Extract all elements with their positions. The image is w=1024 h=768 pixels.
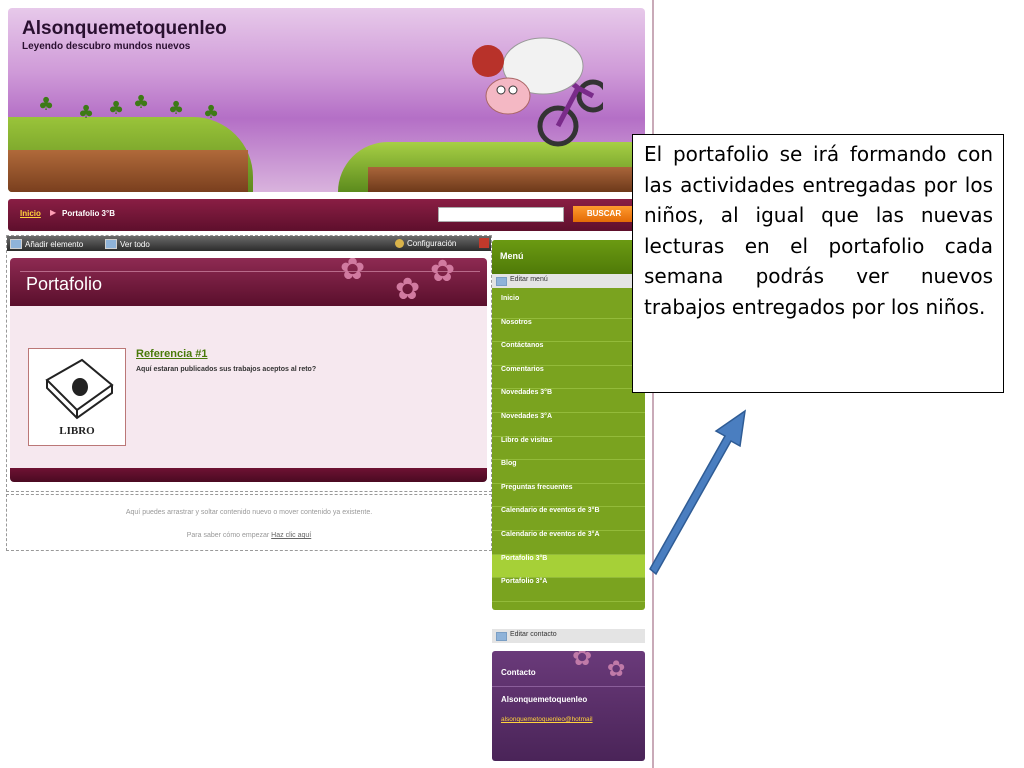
sidebar-menu-item[interactable]: Comentarios [492,366,645,390]
add-element-label: Añadir elemento [25,239,84,249]
flower-decoration-icon: ✿ [572,651,593,671]
clover-icon: ♣ [38,94,55,115]
sidebar-menu-item[interactable]: Nosotros [492,319,645,343]
breadcrumb-arrow-icon: ▶ [50,208,57,217]
close-icon[interactable] [479,238,489,248]
reference-description: Aquí estaran publicados sus trabajos ace… [136,366,317,373]
sheep-on-bike-icon [472,37,603,147]
sidebar-menu-item[interactable]: Calendario de eventos de 3°B [492,507,645,531]
edit-menu-icon [496,277,507,286]
sidebar-menu-item[interactable]: Calendario de eventos de 3°A [492,531,645,555]
book-icon [45,358,114,420]
portfolio-panel: ✿ ✿ ✿ Portafolio LIBRO Referencia #1 Aqu… [10,258,487,482]
sidebar-menu-item[interactable]: Libro de visitas [492,437,645,461]
add-element-button[interactable]: Añadir elemento [10,239,83,249]
annotation-callout: El portafolio se irá formando con las ac… [632,134,1004,393]
rock-left [8,150,248,192]
drop-zone-help: Para saber cómo empezar Haz clic aquí [7,532,491,539]
configuration-label: Configuración [407,239,457,248]
flower-decoration-icon: ✿ [430,258,456,289]
contact-title: Contacto [501,668,536,677]
view-all-button[interactable]: Ver todo [105,239,150,249]
edit-contact-icon [496,632,507,641]
help-text: Para saber cómo empezar [186,532,270,539]
clover-icon: ♣ [203,102,220,123]
clover-icon: ♣ [133,92,150,113]
search-button[interactable]: BUSCAR [573,206,635,222]
flower-decoration-icon: ✿ [395,272,421,307]
contact-name: Alsonquemetoquenleo [501,695,588,704]
edit-contact-label: Editar contacto [510,631,557,638]
site-title[interactable]: Alsonquemetoquenleo [22,18,227,40]
panel-header: ✿ ✿ ✿ Portafolio [10,258,487,307]
edit-toolbar: Añadir elemento Ver todo Configuración [7,236,491,251]
contact-email-link[interactable]: alsonquemetoquenleo@hotmail [501,716,593,723]
site-subtitle: Leyendo descubro mundos nuevos [22,41,191,52]
menu-header: Menú [492,240,645,274]
contact-box: ✿ ✿ Contacto Alsonquemetoquenleo alsonqu… [492,651,645,761]
rock-right [368,167,645,192]
sidebar-menu-item[interactable]: Novedades 3°A [492,413,645,437]
website-screenshot: ♣ ♣ ♣ ♣ ♣ ♣ Alsonquemetoquenleo Leyendo … [0,0,654,768]
sidebar-menu-item[interactable]: Contáctanos [492,342,645,366]
edit-menu-label: Editar menú [510,276,548,283]
contact-divider [492,686,645,687]
drop-zone-hint: Aquí puedes arrastrar y soltar contenido… [125,509,373,516]
reference-link[interactable]: Referencia #1 [136,348,208,360]
clover-icon: ♣ [108,98,125,119]
sidebar-menu: Menú Editar menú Inicio Nosotros Contáctan… [492,240,645,610]
sidebar-menu-item[interactable]: Inicio [492,295,645,319]
sidebar-menu-item[interactable]: Portafolio 3°B [492,554,645,579]
panel-footer [10,468,487,482]
breadcrumb-current: Portafolio 3°B [62,209,115,218]
reference-thumbnail[interactable]: LIBRO [28,348,126,446]
drop-zone[interactable]: Aquí puedes arrastrar y soltar contenido… [6,494,492,551]
callout-text: El portafolio se irá formando con las ac… [644,142,993,319]
edit-contact-button[interactable]: Editar contacto [492,629,645,643]
sidebar-menu-item[interactable]: Preguntas frecuentes [492,484,645,508]
edit-menu-button[interactable]: Editar menú [492,274,645,288]
sidebar-menu-item[interactable]: Novedades 3°B [492,389,645,413]
view-all-icon [105,239,117,249]
menu-list: Inicio Nosotros Contáctanos Comentarios Nove… [492,295,645,602]
help-link[interactable]: Haz clic aquí [271,532,311,539]
sidebar-menu-item[interactable]: Portafolio 3°A [492,578,645,602]
clover-icon: ♣ [168,98,185,119]
nav-bar: Inicio ▶ Portafolio 3°B BUSCAR [8,199,645,231]
thumbnail-label: LIBRO [59,425,95,437]
view-all-label: Ver todo [120,239,150,249]
sidebar-menu-item[interactable]: Blog [492,460,645,484]
clover-icon: ♣ [78,102,95,123]
add-element-icon [10,239,22,249]
flower-decoration-icon: ✿ [607,657,626,682]
site-header: ♣ ♣ ♣ ♣ ♣ ♣ Alsonquemetoquenleo Leyendo … [8,8,645,192]
search-input[interactable] [438,207,564,222]
configuration-button[interactable]: Configuración [395,239,456,248]
panel-title: Portafolio [26,274,103,294]
content-area: Añadir elemento Ver todo Configuración ✿… [6,235,492,492]
flower-decoration-icon: ✿ [340,258,366,287]
gear-icon [395,239,404,248]
breadcrumb-home-link[interactable]: Inicio [20,209,41,218]
menu-title: Menú [500,251,524,261]
